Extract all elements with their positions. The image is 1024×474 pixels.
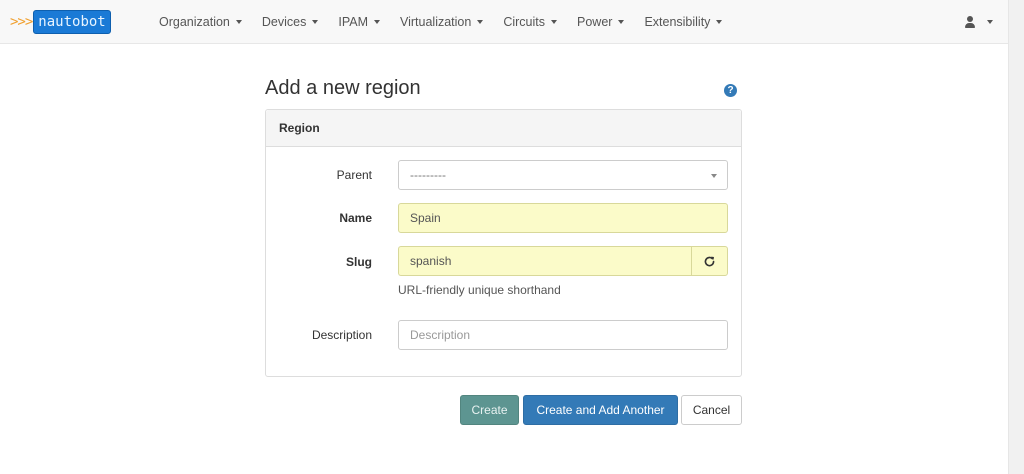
name-label: Name xyxy=(339,211,372,225)
panel-heading: Region xyxy=(266,110,741,147)
brand-arrows: >>> xyxy=(10,14,33,30)
parent-label: Parent xyxy=(336,168,372,182)
nav-devices-label: Devices xyxy=(261,15,307,29)
nav-ipam[interactable]: IPAM xyxy=(328,0,390,44)
slug-field[interactable] xyxy=(410,247,680,275)
slug-input-group xyxy=(398,246,728,276)
caret-down-icon xyxy=(312,20,319,24)
slug-label: Slug xyxy=(346,255,372,269)
navbar: >>> nautobot Organization Devices IPAM V… xyxy=(0,0,1008,44)
create-button[interactable]: Create xyxy=(460,395,519,425)
nav-virtualization-label: Virtualization xyxy=(399,15,472,29)
name-field[interactable] xyxy=(410,204,716,232)
nav-organization-label: Organization xyxy=(159,15,230,29)
nav-circuits-label: Circuits xyxy=(503,15,545,29)
page-scrollbar[interactable] xyxy=(1008,0,1024,474)
user-menu[interactable] xyxy=(963,0,993,44)
caret-down-icon xyxy=(551,20,557,24)
help-icon[interactable]: ? xyxy=(724,84,737,97)
description-field[interactable] xyxy=(410,321,716,349)
nav-circuits[interactable]: Circuits xyxy=(493,0,567,44)
refresh-icon xyxy=(704,256,715,266)
nav-extensibility[interactable]: Extensibility xyxy=(634,0,732,44)
caret-down-icon xyxy=(477,20,484,24)
parent-select-value: --------- xyxy=(410,168,446,182)
nav-extensibility-label: Extensibility xyxy=(644,15,711,29)
nav-power-label: Power xyxy=(577,15,613,29)
brand-name: nautobot xyxy=(33,10,111,34)
main-nav: Organization Devices IPAM Virtualization… xyxy=(149,0,732,44)
cancel-button[interactable]: Cancel xyxy=(681,395,742,425)
parent-select[interactable]: --------- xyxy=(398,160,728,190)
name-field-wrap xyxy=(398,203,728,233)
description-label: Description xyxy=(311,328,372,342)
nav-virtualization[interactable]: Virtualization xyxy=(390,0,493,44)
brand-logo[interactable]: >>> nautobot xyxy=(10,9,111,35)
nav-power[interactable]: Power xyxy=(567,0,634,44)
nav-devices[interactable]: Devices xyxy=(252,0,328,44)
caret-down-icon xyxy=(618,20,625,24)
caret-down-icon xyxy=(711,174,717,178)
user-icon xyxy=(963,15,977,29)
caret-down-icon xyxy=(235,20,242,24)
slug-field-wrap xyxy=(398,246,691,276)
create-and-add-another-button[interactable]: Create and Add Another xyxy=(523,395,678,425)
caret-down-icon xyxy=(987,20,993,24)
nav-ipam-label: IPAM xyxy=(338,15,368,29)
page-title: Add a new region xyxy=(265,77,421,99)
description-field-wrap xyxy=(398,320,728,350)
caret-down-icon xyxy=(373,20,380,24)
regenerate-slug-button[interactable] xyxy=(691,246,728,276)
nav-organization[interactable]: Organization xyxy=(149,0,252,44)
caret-down-icon xyxy=(716,20,723,24)
slug-help-text: URL-friendly unique shorthand xyxy=(398,283,561,297)
